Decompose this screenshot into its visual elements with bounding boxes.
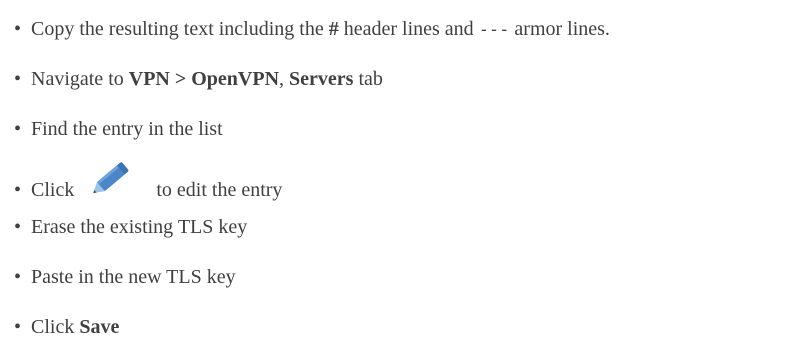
text-segment: tab [353,68,383,90]
menu-path: VPN > OpenVPN [128,68,280,90]
list-item: • Find the entry in the list [14,117,223,141]
bullet: • [14,118,22,140]
bullet: • [14,18,22,40]
list-item-text: Find the entry in the list [31,118,223,140]
list-item: • Copy the resulting text including the … [14,17,610,42]
bullet: • [14,316,22,338]
list-item-text: Copy the resulting text including the # … [31,17,610,42]
list-item: • Paste in the new TLS key [14,265,236,289]
bullet: • [14,266,22,288]
list-item: • Navigate to VPN > OpenVPN, Servers tab [14,67,383,91]
text-segment: armor lines. [509,18,610,40]
text-segment: to edit the entry [156,179,283,201]
text-segment: Click [31,316,80,338]
pencil-icon [84,156,136,202]
tab-name: Servers [289,68,354,90]
instruction-list: • Copy the resulting text including the … [0,0,801,362]
bullet: • [14,179,22,201]
list-item-text: Click Save [31,315,119,339]
list-item: • Erase the existing TLS key [14,215,247,239]
hash-symbol: # [328,18,339,40]
list-item: • Click to edit the entry [14,156,282,202]
text-segment: Navigate to [31,68,129,90]
bullet: • [14,216,22,238]
text-segment: Click [31,179,75,201]
bullet: • [14,68,22,90]
list-item-text: Paste in the new TLS key [31,266,236,288]
text-segment: Copy the resulting text including the [31,18,329,40]
save-label: Save [79,316,120,338]
text-segment: , [279,68,290,90]
list-item: • Click Save [14,315,119,339]
text-segment: header lines and [338,18,479,40]
list-item-text: Navigate to VPN > OpenVPN, Servers tab [31,67,383,91]
armor-dashes: --- [478,20,510,40]
list-item-text: Erase the existing TLS key [31,216,248,238]
